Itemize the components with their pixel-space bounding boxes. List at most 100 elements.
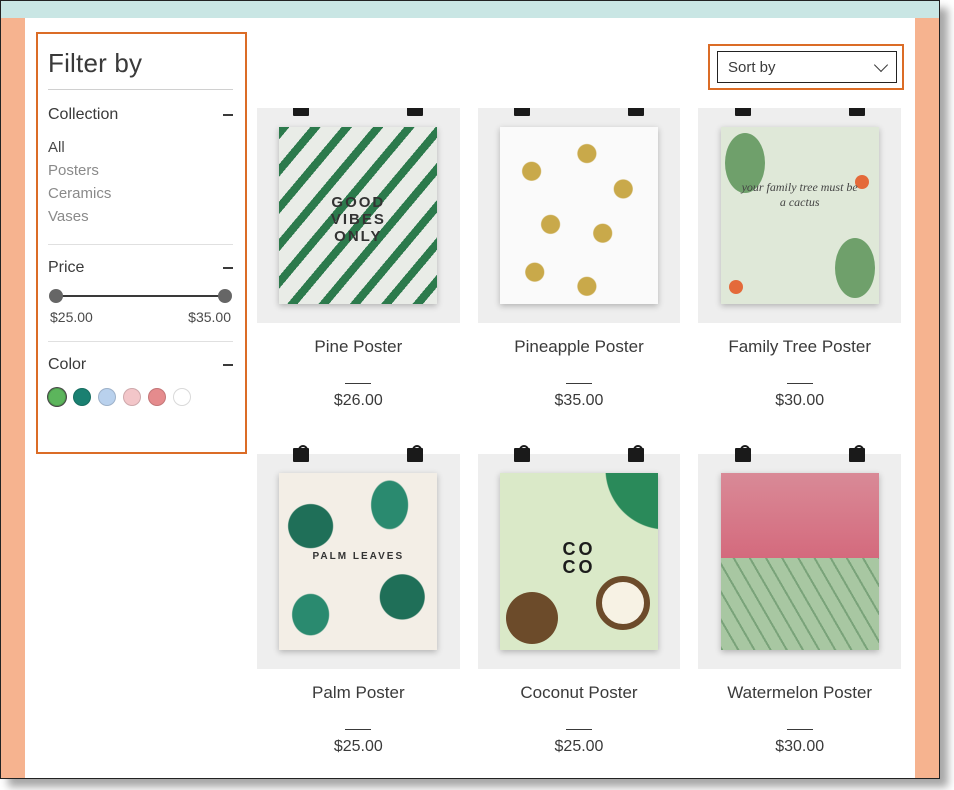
decoration (721, 473, 879, 558)
divider (48, 341, 233, 342)
collection-items: All Posters Ceramics Vases (48, 136, 233, 228)
product-price: $26.00 (257, 392, 460, 410)
decoration (729, 280, 743, 294)
slider-handle-min[interactable] (49, 289, 63, 303)
product-name: Watermelon Poster (698, 683, 901, 725)
binder-clip-icon (735, 108, 751, 116)
product-card[interactable]: COCO Coconut Poster $25.00 (478, 454, 681, 778)
collection-toggle[interactable]: Collection (48, 106, 233, 124)
product-card[interactable]: Pineapple Poster $35.00 (478, 108, 681, 432)
binder-clip-icon (514, 108, 530, 116)
product-card[interactable]: GOODVIBESONLY Pine Poster $26.00 (257, 108, 460, 432)
product-name: Palm Poster (257, 683, 460, 725)
price-slider[interactable]: $25.00 $35.00 (48, 295, 233, 325)
product-card[interactable]: PALM LEAVES Palm Poster $25.00 (257, 454, 460, 778)
price-max: $35.00 (188, 309, 231, 325)
product-name: Pineapple Poster (478, 337, 681, 379)
product-price: $30.00 (698, 392, 901, 410)
top-accent-bar (1, 1, 939, 18)
binder-clip-icon (293, 108, 309, 116)
product-card[interactable]: your family tree must be a cactus Family… (698, 108, 901, 432)
color-swatches (48, 388, 233, 406)
binder-clip-icon (849, 448, 865, 462)
minus-icon (223, 364, 233, 366)
product-image: your family tree must be a cactus (698, 108, 901, 323)
divider (566, 383, 592, 384)
divider (787, 729, 813, 730)
divider (48, 244, 233, 245)
poster-text: your family tree must be a cactus (740, 180, 860, 210)
right-accent-bar (915, 18, 939, 778)
poster-text: COCO (500, 540, 658, 576)
slider-labels: $25.00 $35.00 (48, 309, 233, 325)
poster-text: PALM LEAVES (279, 551, 437, 562)
product-image (698, 454, 901, 669)
product-card[interactable]: Watermelon Poster $30.00 (698, 454, 901, 778)
color-toggle[interactable]: Color (48, 356, 233, 374)
divider (345, 729, 371, 730)
binder-clip-icon (407, 108, 423, 116)
slider-handle-max[interactable] (218, 289, 232, 303)
left-accent-bar (1, 18, 25, 778)
binder-clip-icon (407, 448, 423, 462)
minus-icon (223, 267, 233, 269)
divider (345, 383, 371, 384)
product-image (478, 108, 681, 323)
color-swatch-1[interactable] (73, 388, 91, 406)
filter-section-color: Color (48, 356, 233, 406)
color-swatch-3[interactable] (123, 388, 141, 406)
page: Filter by Collection All Posters Ceramic… (0, 0, 940, 779)
color-swatch-0[interactable] (48, 388, 66, 406)
product-grid: GOODVIBESONLY Pine Poster $26.00 (257, 108, 901, 778)
binder-clip-icon (735, 448, 751, 462)
binder-clip-icon (628, 108, 644, 116)
price-label: Price (48, 259, 84, 277)
divider (787, 383, 813, 384)
binder-clip-icon (849, 108, 865, 116)
binder-clip-icon (514, 448, 530, 462)
product-image: GOODVIBESONLY (257, 108, 460, 323)
sort-label: Sort by (728, 59, 776, 76)
collection-item-vases[interactable]: Vases (48, 205, 233, 228)
content-area: Filter by Collection All Posters Ceramic… (25, 18, 915, 778)
poster-artwork: GOODVIBESONLY (279, 127, 437, 303)
collection-item-all[interactable]: All (48, 136, 233, 159)
product-image: COCO (478, 454, 681, 669)
product-name: Pine Poster (257, 337, 460, 379)
color-swatch-5[interactable] (173, 388, 191, 406)
product-name: Family Tree Poster (698, 337, 901, 379)
binder-clip-icon (628, 448, 644, 462)
collection-item-ceramics[interactable]: Ceramics (48, 182, 233, 205)
poster-artwork (500, 127, 658, 303)
decoration (721, 558, 879, 650)
filter-section-price: Price $25.00 $35.00 (48, 259, 233, 325)
poster-artwork: your family tree must be a cactus (721, 127, 879, 303)
divider (48, 89, 233, 90)
product-image: PALM LEAVES (257, 454, 460, 669)
product-price: $25.00 (478, 738, 681, 756)
poster-text: GOODVIBESONLY (279, 194, 437, 245)
filter-section-collection: Collection All Posters Ceramics Vases (48, 106, 233, 228)
filter-panel: Filter by Collection All Posters Ceramic… (38, 34, 243, 430)
product-price: $35.00 (478, 392, 681, 410)
collection-label: Collection (48, 106, 118, 124)
price-toggle[interactable]: Price (48, 259, 233, 277)
divider (566, 729, 592, 730)
color-swatch-2[interactable] (98, 388, 116, 406)
collection-item-posters[interactable]: Posters (48, 159, 233, 182)
chevron-down-icon (874, 58, 888, 72)
product-name: Coconut Poster (478, 683, 681, 725)
minus-icon (223, 114, 233, 116)
poster-artwork: PALM LEAVES (279, 473, 437, 649)
filter-title: Filter by (48, 48, 233, 79)
product-price: $30.00 (698, 738, 901, 756)
product-price: $25.00 (257, 738, 460, 756)
color-label: Color (48, 356, 86, 374)
poster-artwork: COCO (500, 473, 658, 649)
slider-track (56, 295, 225, 297)
price-min: $25.00 (50, 309, 93, 325)
binder-clip-icon (293, 448, 309, 462)
color-swatch-4[interactable] (148, 388, 166, 406)
poster-artwork (721, 473, 879, 649)
sort-dropdown[interactable]: Sort by (717, 51, 897, 83)
